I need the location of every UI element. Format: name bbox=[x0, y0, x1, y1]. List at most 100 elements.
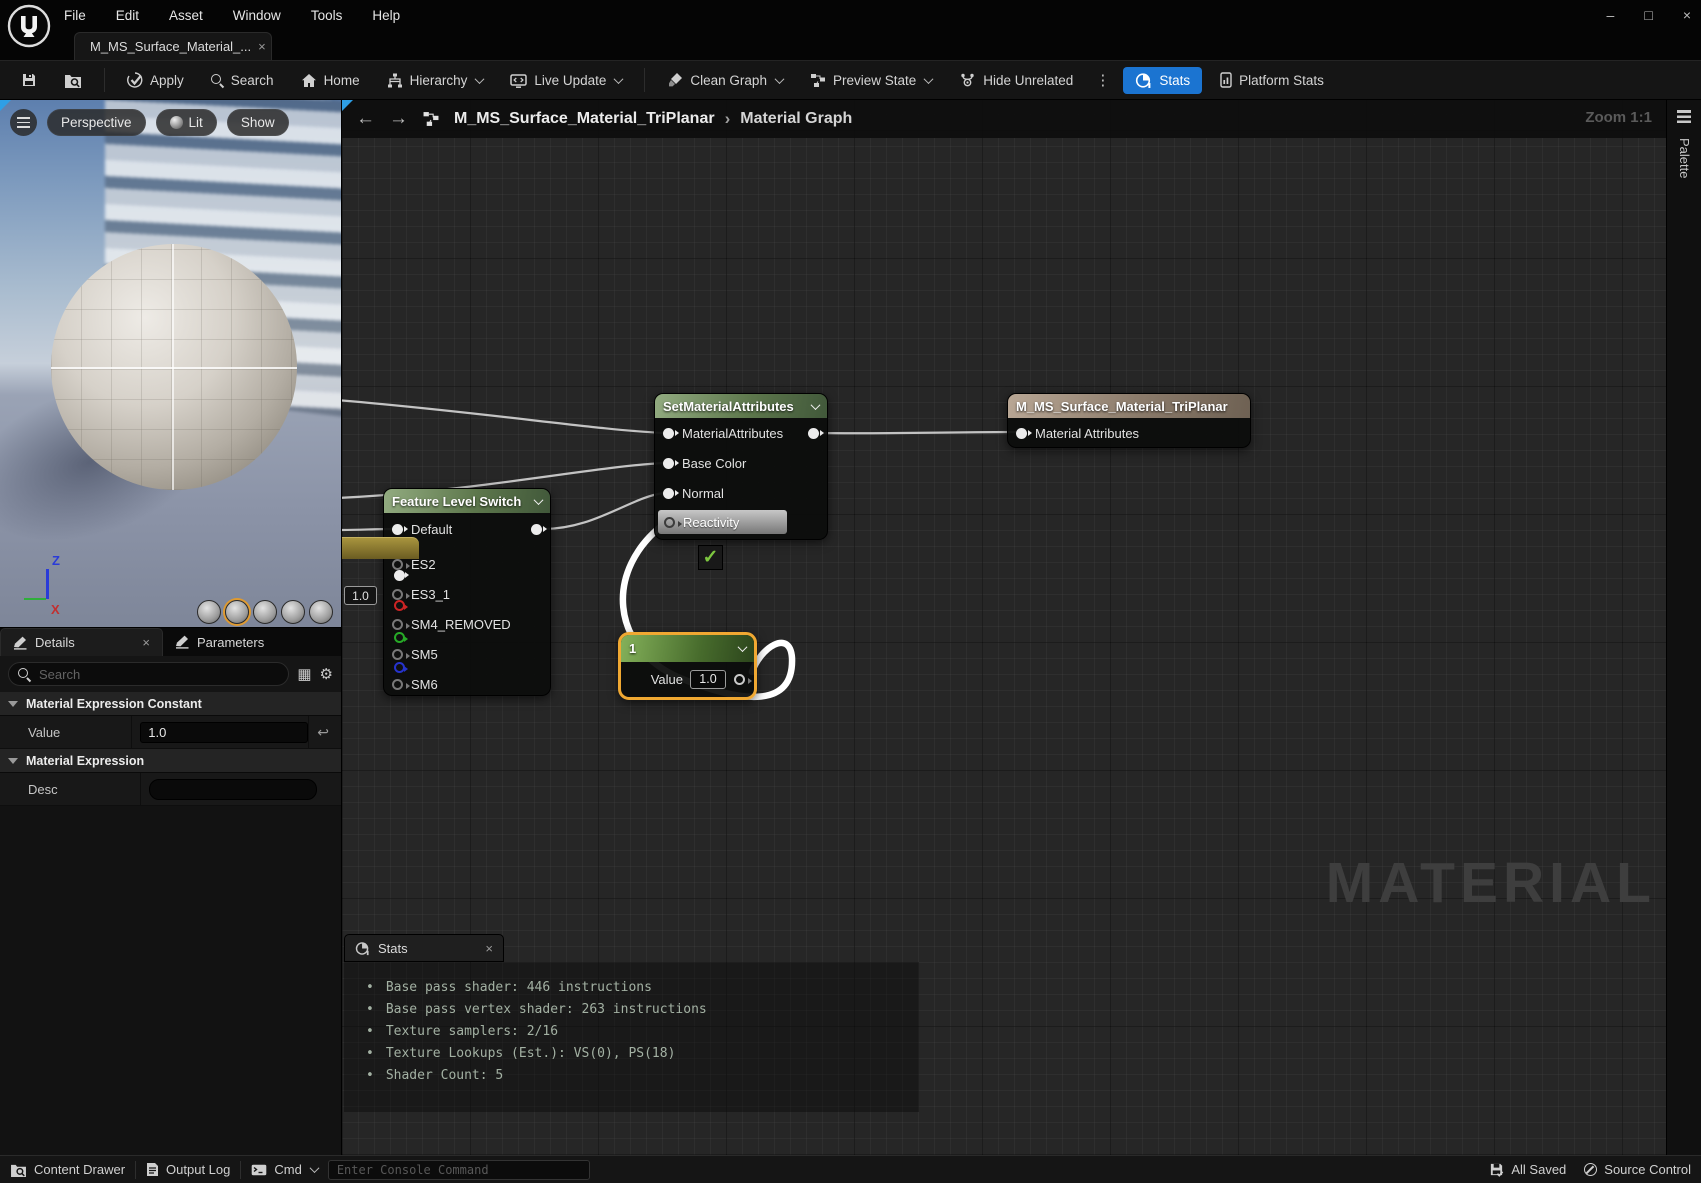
menu-help[interactable]: Help bbox=[372, 8, 400, 23]
all-saved-status[interactable]: All Saved bbox=[1489, 1162, 1566, 1177]
pin-row-base-color[interactable]: Base Color bbox=[655, 448, 827, 478]
perspective-button[interactable]: Perspective bbox=[47, 109, 146, 136]
occluded-node-output-pin-r[interactable] bbox=[394, 600, 408, 611]
output-log-button[interactable]: Output Log bbox=[146, 1162, 230, 1177]
node-header[interactable]: SetMaterialAttributes bbox=[655, 394, 827, 418]
node-set-material-attributes[interactable]: SetMaterialAttributes MaterialAttributes… bbox=[654, 393, 828, 540]
maximize-button[interactable]: □ bbox=[1644, 7, 1652, 23]
browse-to-asset-button[interactable] bbox=[55, 68, 91, 93]
breadcrumb-material-name[interactable]: M_MS_Surface_Material_TriPlanar bbox=[454, 110, 715, 128]
hide-unrelated-button[interactable]: Hide Unrelated bbox=[950, 68, 1082, 93]
node-header[interactable]: M_MS_Surface_Material_TriPlanar bbox=[1008, 394, 1250, 418]
preview-viewport[interactable]: Perspective Lit Show Z X bbox=[0, 100, 342, 627]
minimize-button[interactable]: – bbox=[1607, 7, 1615, 23]
stats-panel-tab[interactable]: Stats × bbox=[344, 934, 504, 962]
lit-mode-button[interactable]: Lit bbox=[155, 109, 217, 136]
input-pin[interactable] bbox=[663, 487, 679, 499]
navigate-forward-icon[interactable]: → bbox=[389, 108, 408, 130]
pin-row-value[interactable]: Value 1.0 bbox=[621, 662, 754, 696]
menu-file[interactable]: File bbox=[64, 8, 86, 23]
pin-row-normal[interactable]: Normal bbox=[655, 478, 827, 508]
offscreen-node-value-box[interactable]: 1.0 bbox=[344, 586, 377, 605]
section-material-expression[interactable]: Material Expression bbox=[0, 749, 341, 773]
save-button[interactable] bbox=[12, 67, 46, 93]
pin-row-sm4-removed[interactable]: SM4_REMOVED bbox=[384, 609, 550, 639]
shape-cube-button[interactable] bbox=[281, 600, 305, 624]
node-constant-selected[interactable]: 1 Value 1.0 bbox=[618, 632, 757, 700]
input-pin[interactable] bbox=[392, 648, 410, 660]
apply-button[interactable]: Apply bbox=[118, 67, 193, 93]
node-header[interactable]: Feature Level Switch bbox=[384, 489, 550, 513]
occluded-node-output-pin-b[interactable] bbox=[394, 662, 408, 673]
value-input[interactable]: 1.0 bbox=[140, 721, 309, 743]
reset-to-default-icon[interactable]: ↩ bbox=[308, 716, 335, 748]
clean-graph-button[interactable]: Clean Graph bbox=[658, 67, 792, 93]
shape-cylinder-button[interactable] bbox=[197, 600, 221, 624]
input-pin[interactable] bbox=[392, 678, 410, 690]
shape-plane-button[interactable] bbox=[253, 600, 277, 624]
output-pin[interactable] bbox=[808, 427, 824, 439]
home-button[interactable]: Home bbox=[292, 68, 369, 93]
menu-edit[interactable]: Edit bbox=[116, 8, 139, 23]
preview-state-button[interactable]: Preview State bbox=[801, 68, 941, 93]
navigate-back-icon[interactable]: ← bbox=[356, 108, 375, 130]
console-command-input[interactable] bbox=[327, 1159, 590, 1180]
stats-panel-close-icon[interactable]: × bbox=[485, 941, 493, 956]
output-pin[interactable] bbox=[531, 523, 547, 535]
input-pin[interactable] bbox=[392, 558, 410, 570]
chevron-down-icon[interactable] bbox=[810, 399, 821, 410]
input-pin[interactable] bbox=[663, 427, 679, 439]
details-tab-close-icon[interactable]: × bbox=[142, 635, 150, 650]
node-feature-level-switch[interactable]: Feature Level Switch Default ES2 ES3_1 S… bbox=[383, 488, 551, 696]
pin-row-es3-1[interactable]: ES3_1 bbox=[384, 579, 550, 609]
pin-row-reactivity-highlighted[interactable]: Reactivity bbox=[658, 510, 787, 534]
unreal-engine-logo-icon[interactable] bbox=[7, 4, 51, 48]
pin-row-material-attributes[interactable]: MaterialAttributes bbox=[655, 418, 827, 448]
input-pin[interactable] bbox=[392, 523, 408, 535]
pin-row-sm6[interactable]: SM6 bbox=[384, 669, 550, 699]
chevron-down-icon[interactable] bbox=[737, 642, 748, 653]
shape-mesh-button[interactable] bbox=[309, 600, 333, 624]
tab-close-icon[interactable]: × bbox=[258, 39, 266, 54]
input-pin[interactable] bbox=[1016, 427, 1032, 439]
output-pin[interactable] bbox=[734, 673, 752, 685]
section-material-expression-constant[interactable]: Material Expression Constant bbox=[0, 692, 341, 716]
node-header[interactable]: 1 bbox=[621, 635, 754, 662]
palette-icon[interactable] bbox=[1677, 110, 1691, 123]
menu-asset[interactable]: Asset bbox=[169, 8, 203, 23]
pin-row-sm5[interactable]: SM5 bbox=[384, 639, 550, 669]
input-pin[interactable] bbox=[392, 618, 410, 630]
viewport-menu-icon[interactable] bbox=[10, 109, 37, 136]
close-window-button[interactable]: × bbox=[1683, 7, 1691, 23]
display-options-grid-icon[interactable]: ▦ bbox=[297, 665, 311, 683]
search-button[interactable]: Search bbox=[202, 68, 283, 93]
menu-window[interactable]: Window bbox=[233, 8, 281, 23]
occluded-node-output-pin-rgb[interactable] bbox=[394, 570, 409, 581]
input-pin[interactable] bbox=[663, 457, 679, 469]
toolbar-overflow-menu-icon[interactable]: ⋮ bbox=[1091, 71, 1114, 89]
menu-tools[interactable]: Tools bbox=[311, 8, 343, 23]
desc-input[interactable] bbox=[149, 778, 317, 800]
pin-row-material-attributes[interactable]: Material Attributes bbox=[1008, 418, 1250, 448]
shape-sphere-button[interactable] bbox=[225, 600, 249, 624]
chevron-down-icon[interactable] bbox=[533, 494, 544, 505]
hierarchy-button[interactable]: Hierarchy bbox=[378, 68, 493, 93]
node-material-result[interactable]: M_MS_Surface_Material_TriPlanar Material… bbox=[1007, 393, 1251, 448]
occluded-node-output-pin-g[interactable] bbox=[394, 632, 408, 643]
cmd-selector[interactable]: Cmd bbox=[251, 1162, 320, 1177]
platform-stats-button[interactable]: Platform Stats bbox=[1211, 67, 1333, 93]
tab-details[interactable]: Details × bbox=[0, 628, 163, 656]
material-graph-canvas[interactable]: ← → M_MS_Surface_Material_TriPlanar › Ma… bbox=[342, 100, 1666, 1155]
asset-tab-material[interactable]: M_MS_Surface_Material_... × bbox=[74, 32, 272, 60]
stats-toggle-button[interactable]: Stats bbox=[1123, 66, 1203, 94]
details-search-input[interactable] bbox=[8, 662, 290, 686]
constant-value-box[interactable]: 1.0 bbox=[690, 669, 726, 689]
input-pin[interactable] bbox=[392, 588, 410, 600]
tab-parameters[interactable]: Parameters bbox=[163, 628, 276, 656]
live-update-button[interactable]: Live Update bbox=[501, 68, 631, 93]
show-button[interactable]: Show bbox=[226, 109, 289, 136]
occluded-node-header-fragment[interactable] bbox=[342, 537, 419, 559]
source-control-button[interactable]: Source Control bbox=[1584, 1162, 1691, 1177]
breadcrumb-material-graph[interactable]: Material Graph bbox=[740, 110, 852, 128]
content-drawer-button[interactable]: Content Drawer bbox=[10, 1162, 125, 1177]
